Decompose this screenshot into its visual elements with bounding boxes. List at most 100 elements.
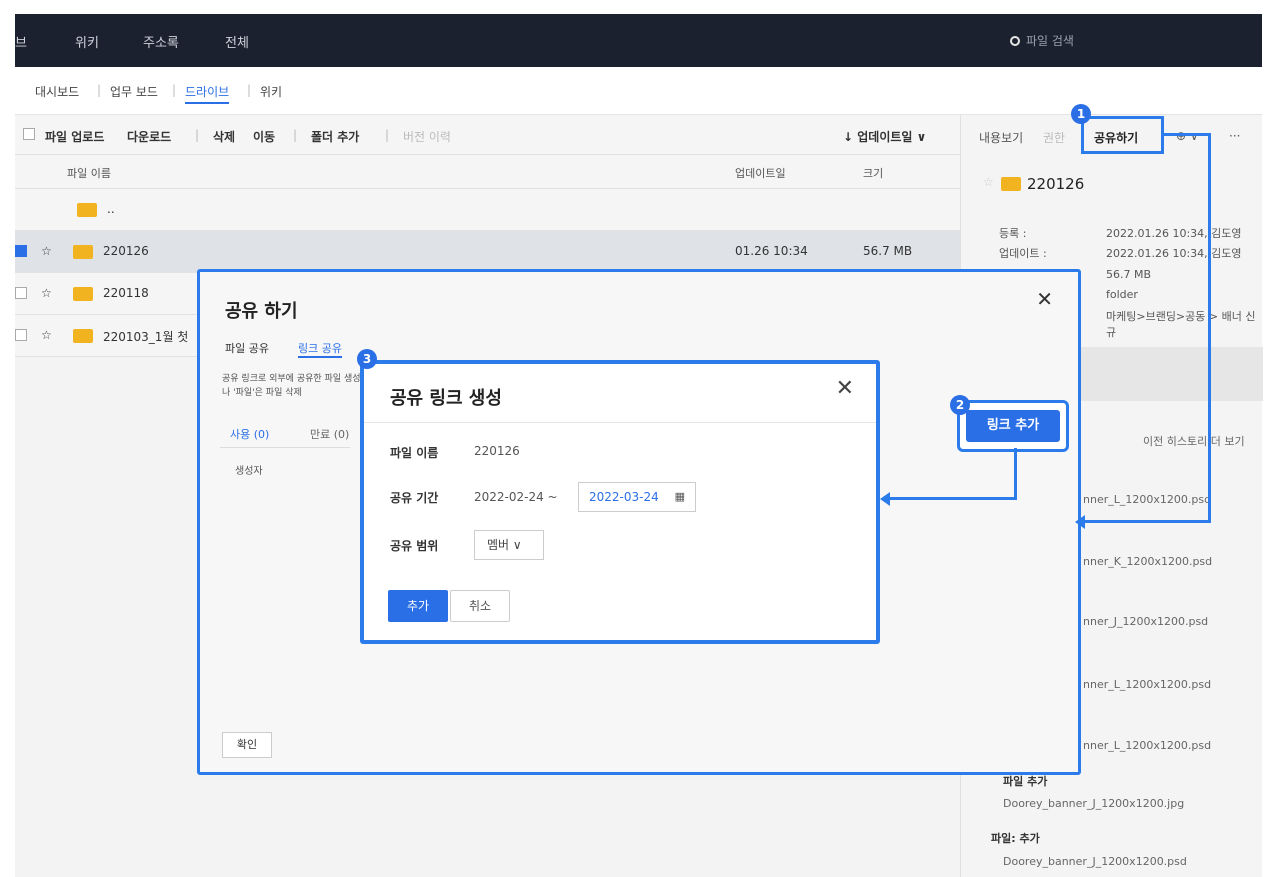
delete-button[interactable]: 삭제 (213, 128, 235, 145)
row-checkbox[interactable] (15, 287, 27, 299)
star-icon[interactable]: ☆ (983, 175, 994, 189)
calendar-icon[interactable]: ▦ (675, 483, 685, 511)
more-menu-button[interactable]: ··· (1229, 129, 1240, 143)
create-link-modal: 공유 링크 생성 ✕ 파일 이름 220126 공유 기간 2022-02-24… (360, 360, 880, 644)
history-action: 파일 추가 (1003, 775, 1048, 788)
create-link-title: 공유 링크 생성 (390, 388, 502, 409)
scope-select[interactable]: 멤버 ∨ (474, 530, 544, 560)
file-name-value: 220126 (474, 444, 520, 458)
annotation-arrow-line (1083, 520, 1211, 523)
folder-title: 220126 (1027, 175, 1085, 193)
file-toolbar: 파일 업로드 다운로드 | 삭제 이동 | 폴더 추가 | 버전 이력 ↓ 업데… (15, 115, 960, 155)
file-size: 56.7 MB (863, 244, 913, 258)
top-navigation-bar: 브 위키 주소록 전체 파일 검색 (15, 14, 1262, 67)
sort-dropdown[interactable]: ↓ 업데이트일 ∨ (843, 128, 926, 145)
file-name: .. (107, 202, 115, 216)
nav-item-drive[interactable]: 브 (15, 32, 27, 51)
step-badge: 2 (950, 395, 970, 415)
add-menu-button[interactable]: ⊕ ∨ (1176, 129, 1199, 143)
add-link-button[interactable]: 링크 추가 (966, 410, 1060, 442)
info-value: 56.7 MB (1106, 268, 1152, 281)
subnav-dashboard[interactable]: 대시보드 (35, 83, 79, 100)
subnav-wiki[interactable]: 위키 (260, 83, 282, 100)
folder-icon (77, 203, 97, 217)
tab-expired-links[interactable]: 만료 (0) (310, 426, 349, 442)
history-item: Doorey_banner_J_1200x1200.jpg (1003, 797, 1185, 810)
history-item: nner_L_1200x1200.psd (1083, 678, 1212, 691)
tab-active-links[interactable]: 사용 (0) (230, 426, 269, 442)
subnav-separator: | (172, 83, 177, 97)
tab-file-share[interactable]: 파일 공유 (225, 340, 269, 356)
period-end-input[interactable]: 2022-03-24 ▦ (578, 482, 696, 512)
scope-label: 공유 범위 (390, 539, 439, 553)
cancel-button[interactable]: 취소 (450, 590, 510, 622)
row-checkbox[interactable] (15, 329, 27, 341)
period-start[interactable]: 2022-02-24 ~ (474, 490, 558, 504)
confirm-button[interactable]: 확인 (222, 732, 272, 758)
select-all-checkbox[interactable] (23, 128, 35, 140)
toolbar-separator: | (293, 128, 298, 142)
subnav-work-board[interactable]: 업무 보드 (110, 83, 158, 100)
info-value: 2022.01.26 10:34, 김도영 (1106, 247, 1242, 260)
close-icon[interactable]: ✕ (1036, 287, 1053, 311)
nav-item-contacts[interactable]: 주소록 (143, 32, 179, 51)
subnav-separator: | (97, 83, 102, 97)
folder-icon (73, 245, 93, 259)
subnav-separator: | (247, 83, 252, 97)
close-icon[interactable]: ✕ (836, 376, 854, 401)
link-status-tabs: 사용 (0) 만료 (0) (220, 418, 350, 448)
arrow-head-icon (1075, 515, 1085, 529)
subnav-drive[interactable]: 드라이브 (185, 83, 230, 104)
history-more-link[interactable]: 이전 히스토리 더 보기 (1143, 433, 1245, 449)
col-updated[interactable]: 업데이트일 (735, 165, 786, 181)
share-dialog-title: 공유 하기 (225, 301, 298, 322)
toolbar-separator: | (385, 128, 390, 142)
nav-item-wiki[interactable]: 위키 (75, 32, 99, 51)
star-icon[interactable]: ☆ (41, 244, 52, 258)
history-item: nner_L_1200x1200.psd (1083, 739, 1212, 752)
add-button[interactable]: 추가 (388, 590, 448, 622)
file-name-label: 파일 이름 (390, 446, 439, 460)
col-creator: 생성자 (235, 466, 263, 477)
arrow-head-icon (880, 492, 890, 506)
col-file-name[interactable]: 파일 이름 (67, 165, 111, 181)
history-action: 파일: 추가 (991, 832, 1040, 845)
nav-item-all[interactable]: 전체 (225, 32, 249, 51)
tab-link-share[interactable]: 링크 공유 (298, 340, 342, 358)
add-link-highlight: 링크 추가 (957, 400, 1069, 452)
modal-divider (364, 422, 876, 423)
version-history-button[interactable]: 버전 이력 (403, 128, 451, 145)
star-icon[interactable]: ☆ (41, 286, 52, 300)
table-row[interactable]: ☆ 220126 01.26 10:34 56.7 MB (15, 231, 960, 273)
step-badge: 3 (357, 349, 377, 369)
folder-icon (73, 329, 93, 343)
share-tab-highlight (1081, 116, 1164, 154)
annotation-arrow-line (1208, 133, 1211, 523)
file-name: 220126 (103, 244, 149, 258)
col-size[interactable]: 크기 (863, 165, 883, 181)
star-icon[interactable]: ☆ (41, 328, 52, 342)
upload-button[interactable]: 파일 업로드 (45, 128, 104, 145)
share-description: 공유 링크로 외부에 공유한 파일 생성자 나 '파일'은 파일 삭제 (222, 374, 369, 398)
search-placeholder: 파일 검색 (1026, 34, 1074, 48)
history-item: nner_L_1200x1200.psd (1083, 493, 1212, 506)
add-folder-button[interactable]: 폴더 추가 (311, 128, 359, 145)
file-name: 220118 (103, 286, 149, 300)
history-item: nner_K_1200x1200.psd (1083, 555, 1213, 568)
folder-icon (1001, 177, 1021, 191)
download-button[interactable]: 다운로드 (127, 128, 171, 145)
toolbar-separator: | (195, 128, 200, 142)
file-name: 220103_1월 첫 (103, 330, 189, 344)
info-label: 업데이트 : (999, 247, 1047, 260)
annotation-arrow-line (1164, 133, 1210, 136)
tab-content-view[interactable]: 내용보기 (979, 129, 1023, 146)
info-value: 2022.01.26 10:34, 김도영 (1106, 227, 1242, 240)
tab-permission[interactable]: 권한 (1043, 129, 1065, 146)
search-box[interactable]: 파일 검색 (1010, 32, 1074, 49)
table-row[interactable]: .. (15, 189, 960, 231)
step-badge: 1 (1071, 104, 1091, 124)
move-button[interactable]: 이동 (253, 128, 275, 145)
folder-icon (73, 287, 93, 301)
app-frame: 브 위키 주소록 전체 파일 검색 대시보드 | 업무 보드 | 드라이브 | … (0, 0, 1267, 877)
row-checkbox[interactable] (15, 245, 27, 257)
